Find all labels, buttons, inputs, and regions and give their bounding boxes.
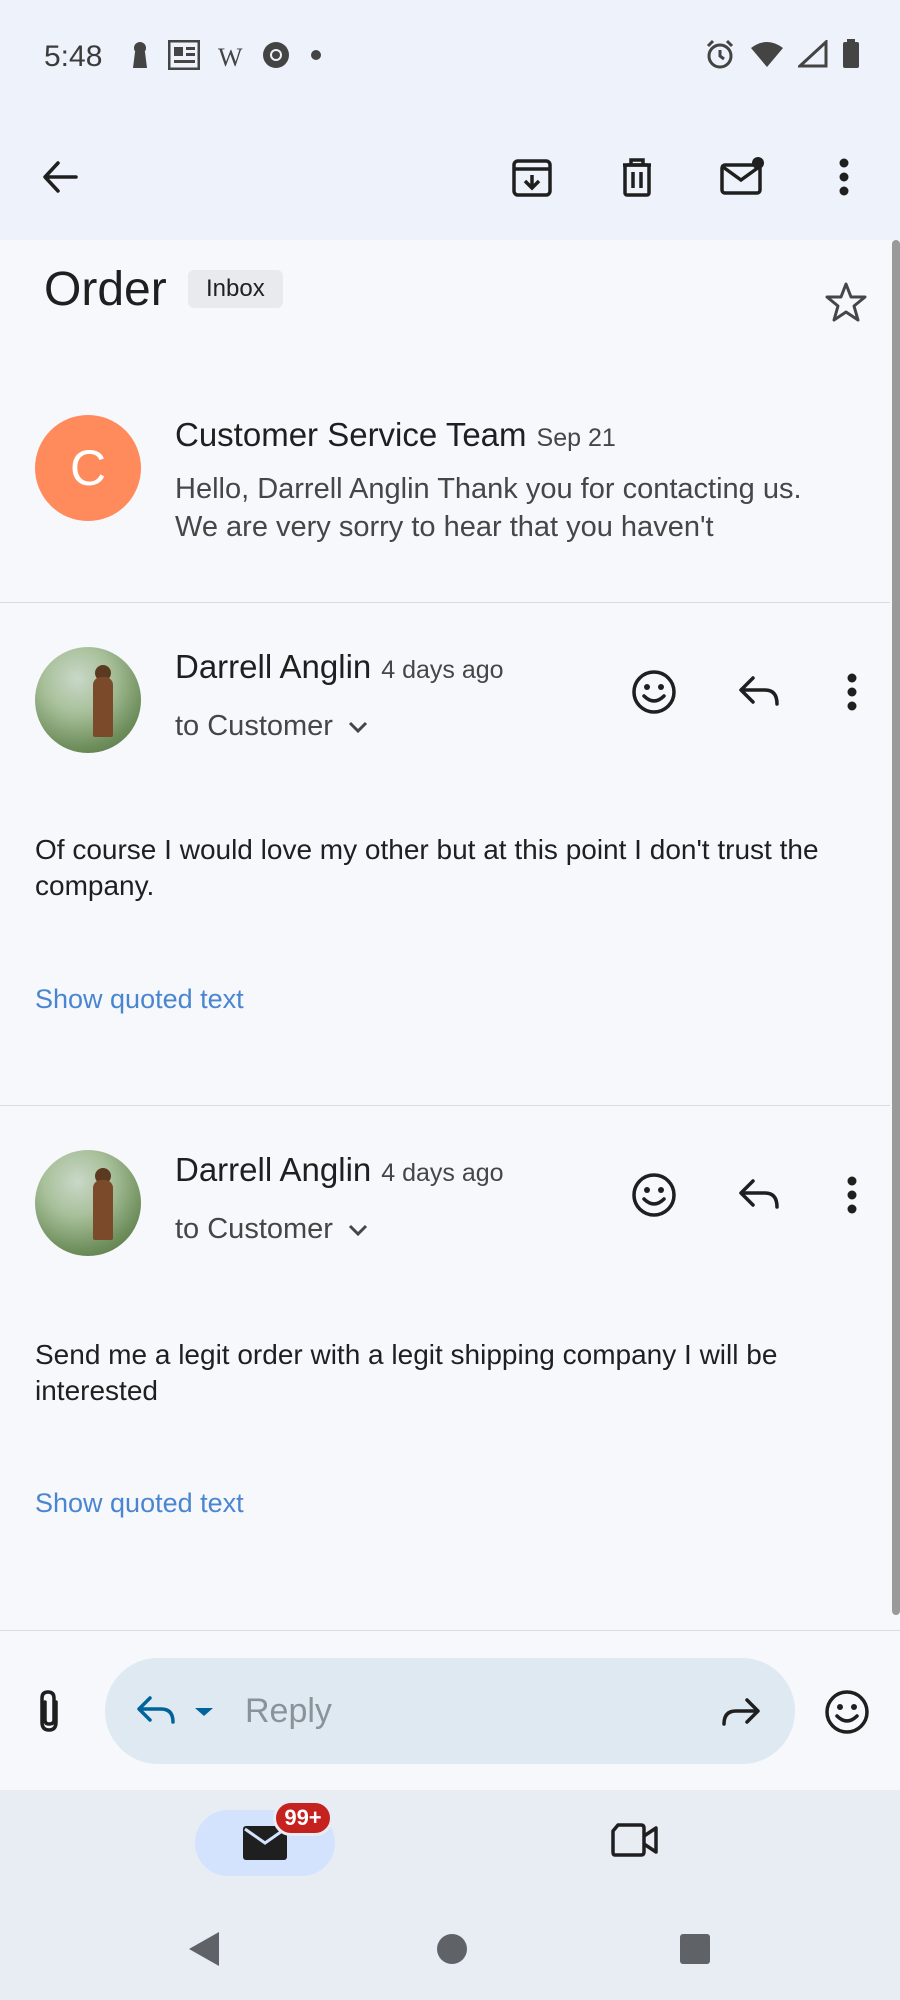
system-home-button[interactable]	[435, 1932, 469, 1971]
reply-icon	[137, 1696, 175, 1724]
back-icon	[43, 161, 78, 193]
sender-name: Darrell Anglin	[175, 1151, 372, 1188]
system-back-button[interactable]	[187, 1930, 221, 1973]
triangle-back-icon	[189, 1932, 219, 1966]
emoji-icon	[632, 670, 676, 714]
reply-button[interactable]	[730, 1165, 790, 1225]
show-quoted-text-link[interactable]: Show quoted text	[35, 1488, 244, 1519]
more-options-button[interactable]	[812, 145, 876, 209]
thread-subject: Order	[44, 263, 167, 316]
divider	[0, 602, 890, 603]
reply-placeholder: Reply	[245, 1692, 332, 1730]
avatar[interactable]: C	[35, 415, 141, 521]
star-icon	[825, 282, 867, 322]
sender-name: Darrell Anglin	[175, 648, 372, 685]
w-icon: W	[218, 42, 243, 72]
message-date: Sep 21	[536, 424, 616, 452]
news-icon	[167, 39, 201, 75]
sender-name: Customer Service Team	[175, 416, 527, 453]
recipient-details[interactable]: to Customer	[175, 1213, 369, 1246]
emoji-reaction-button[interactable]	[823, 1688, 871, 1741]
status-right-icons	[704, 38, 860, 75]
more-vert-icon	[847, 673, 857, 711]
message-more-button[interactable]	[822, 1165, 882, 1225]
message-body: Send me a legit order with a legit shipp…	[35, 1339, 778, 1406]
emoji-icon	[825, 1690, 869, 1734]
bottom-navigation	[0, 1790, 900, 1885]
signal-icon	[796, 38, 828, 73]
wifi-icon	[750, 40, 784, 73]
recipient-label: to Customer	[175, 710, 333, 742]
forward-icon	[722, 1698, 760, 1726]
inbox-label-chip[interactable]: Inbox	[188, 270, 283, 308]
scrollbar[interactable]	[892, 240, 900, 1615]
battery-icon	[842, 39, 860, 74]
status-bar: 5:48 W	[0, 0, 900, 115]
message-date: 4 days ago	[381, 656, 504, 684]
message-date: 4 days ago	[381, 1159, 504, 1187]
forward-button[interactable]	[718, 1694, 762, 1737]
archive-icon	[512, 159, 552, 197]
message-sender: Customer Service Team Sep 21	[175, 416, 616, 454]
dot-icon	[309, 48, 323, 67]
message-sender: Darrell Anglin 4 days ago	[175, 1151, 504, 1189]
more-vert-icon	[839, 158, 849, 196]
nav-meet-tab[interactable]	[611, 1822, 659, 1863]
add-reaction-button[interactable]	[624, 1165, 684, 1225]
message-body: Of course I would love my other but at t…	[35, 834, 819, 901]
delete-button[interactable]	[605, 145, 669, 209]
square-recents-icon	[680, 1934, 710, 1964]
chevron-down-icon	[348, 721, 368, 733]
circle-home-icon	[437, 1934, 467, 1964]
reply-icon	[739, 676, 779, 706]
unread-badge: 99+	[273, 1800, 333, 1836]
video-camera-icon	[611, 1823, 658, 1857]
attach-button[interactable]	[30, 1688, 70, 1741]
status-time: 5:48	[44, 40, 103, 73]
chrome-icon	[261, 40, 291, 75]
back-button[interactable]	[28, 145, 92, 209]
paperclip-icon	[40, 1690, 58, 1732]
status-left-icons: W	[130, 39, 323, 75]
archive-button[interactable]	[500, 145, 564, 209]
reply-type-dropdown[interactable]	[135, 1692, 215, 1735]
mark-unread-icon	[720, 157, 764, 195]
message-sender: Darrell Anglin 4 days ago	[175, 648, 504, 686]
reply-icon	[739, 1179, 779, 1209]
top-toolbar	[0, 115, 900, 240]
message-snippet: Hello, Darrell Anglin Thank you for cont…	[175, 473, 802, 543]
keyhole-icon	[130, 40, 150, 75]
system-recents-button[interactable]	[678, 1932, 712, 1971]
star-button[interactable]	[824, 280, 868, 329]
reply-button[interactable]	[730, 662, 790, 722]
show-quoted-text-link[interactable]: Show quoted text	[35, 984, 244, 1015]
caret-down-icon	[195, 1708, 214, 1716]
divider	[0, 1105, 890, 1106]
add-reaction-button[interactable]	[624, 662, 684, 722]
more-vert-icon	[847, 1176, 857, 1214]
recipient-details[interactable]: to Customer	[175, 710, 369, 743]
mark-unread-button[interactable]	[710, 145, 774, 209]
avatar[interactable]	[35, 647, 141, 753]
delete-icon	[623, 158, 651, 197]
message-more-button[interactable]	[822, 662, 882, 722]
alarm-icon	[704, 38, 736, 75]
chevron-down-icon	[348, 1224, 368, 1236]
emoji-icon	[632, 1173, 676, 1217]
recipient-label: to Customer	[175, 1213, 333, 1245]
avatar[interactable]	[35, 1150, 141, 1256]
